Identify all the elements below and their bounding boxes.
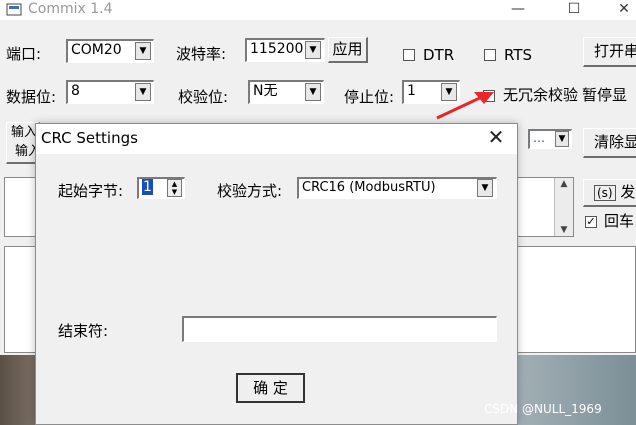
chevron-down-icon[interactable]: ▼ — [555, 131, 569, 147]
baud-value: 115200 — [250, 41, 304, 57]
pause-display-label[interactable]: 暂停显 — [582, 85, 627, 105]
step-down-icon[interactable]: ▼ — [168, 188, 181, 196]
format-value: … — [533, 131, 545, 145]
chevron-down-icon[interactable]: ▼ — [477, 179, 493, 197]
databits-value: 8 — [71, 83, 80, 99]
input-mode-label-2: 输入 — [15, 144, 40, 159]
app-titlebar: Commix 1.4 — ☐ ✕ — [0, 0, 636, 20]
maximize-button[interactable]: ☐ — [554, 0, 594, 20]
dialog-titlebar: CRC Settings ✕ — [36, 124, 517, 154]
scroll-up-icon[interactable]: ▲ — [555, 178, 573, 190]
no-redundancy-label: 无冗余校验 — [503, 86, 579, 104]
start-byte-value: 1 — [142, 179, 153, 195]
send-label: 发 — [620, 183, 636, 201]
chevron-down-icon[interactable]: ▼ — [441, 83, 457, 101]
chevron-down-icon[interactable]: ▼ — [305, 83, 321, 101]
check-mode-value: CRC16 (ModbusRTU) — [302, 180, 436, 195]
send-input-scrollbar[interactable]: ▲ ▼ — [554, 178, 573, 236]
dtr-label: DTR — [423, 46, 455, 64]
open-port-button[interactable]: 打开串 — [583, 37, 636, 67]
send-button[interactable]: (s) 发 — [583, 179, 636, 207]
dialog-title: CRC Settings — [41, 129, 138, 147]
app-title: Commix 1.4 — [28, 1, 113, 17]
chevron-down-icon[interactable]: ▼ — [135, 83, 151, 101]
baud-label: 波特率: — [176, 45, 227, 63]
apply-button[interactable]: 应用 — [328, 37, 368, 63]
crc-settings-dialog: CRC Settings ✕ 起始字节: 1 ▲ ▼ 校验方式: CRC16 (… — [35, 123, 518, 425]
no-redundancy-checkbox[interactable]: ✓ — [483, 90, 495, 102]
close-window-button[interactable]: ✕ — [604, 0, 636, 20]
enter-label: 回车 — [604, 212, 635, 230]
stopbits-label: 停止位: — [344, 88, 395, 106]
app-icon — [6, 3, 22, 16]
enter-checkbox[interactable]: ✓ — [585, 216, 597, 228]
chevron-down-icon[interactable]: ▼ — [305, 41, 321, 59]
close-icon[interactable]: ✕ — [484, 126, 508, 150]
watermark: CSDN @NULL_1969 — [484, 402, 602, 416]
chevron-down-icon[interactable]: ▼ — [135, 42, 151, 60]
send-icon: (s) — [594, 185, 616, 201]
check-mode-label: 校验方式: — [217, 182, 283, 200]
port-value: COM20 — [71, 42, 122, 58]
input-mode-label-1: 输入 — [11, 125, 38, 140]
terminator-input[interactable] — [182, 316, 497, 342]
parity-label: 校验位: — [178, 88, 229, 106]
rts-label: RTS — [504, 46, 533, 64]
clear-display-button[interactable]: 清除显 — [583, 128, 636, 158]
dtr-checkbox[interactable] — [403, 49, 415, 61]
stopbits-value: 1 — [407, 83, 416, 99]
ok-button[interactable]: 确 定 — [236, 373, 305, 403]
check-mode-select[interactable]: CRC16 (ModbusRTU) — [297, 177, 497, 199]
parity-value: N无 — [253, 83, 278, 99]
start-byte-label: 起始字节: — [58, 182, 124, 200]
minimize-button[interactable]: — — [498, 0, 538, 20]
port-label: 端口: — [6, 45, 42, 63]
terminator-label: 结束符: — [58, 322, 109, 340]
step-up-icon[interactable]: ▲ — [168, 180, 181, 188]
rts-checkbox[interactable] — [484, 49, 496, 61]
start-byte-stepper[interactable]: ▲ ▼ — [167, 179, 182, 197]
databits-label: 数据位: — [6, 88, 57, 106]
scroll-down-icon[interactable]: ▼ — [555, 224, 573, 236]
